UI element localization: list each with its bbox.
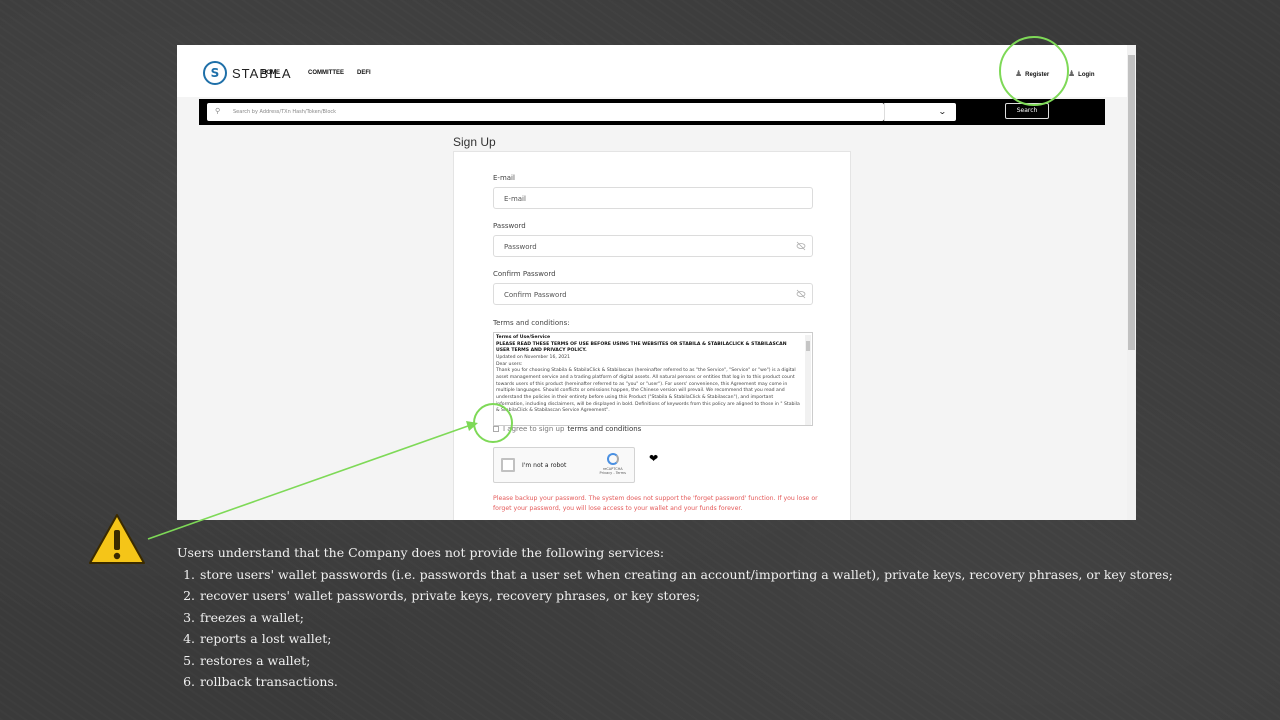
confirm-password-label: Confirm Password [493, 270, 556, 278]
stabila-logo-icon[interactable]: S [203, 61, 227, 85]
agree-row: I agree to sign up terms and conditions [493, 425, 641, 433]
email-placeholder: E-mail [504, 195, 526, 203]
email-label: E-mail [493, 174, 515, 182]
eye-off-icon[interactable] [796, 241, 806, 251]
notes-panel: Users understand that the Company does n… [177, 542, 1267, 693]
captcha-label: I'm not a robot [522, 462, 567, 469]
website-screenshot: S STABILA HOME COMMITTEE DEFI ♟ Register … [177, 45, 1136, 520]
note-item: reports a lost wallet; [199, 628, 1267, 650]
captcha-checkbox[interactable] [501, 458, 515, 472]
search-bar: ⚲ Search by Address/TXn Hash/Token/Block… [199, 99, 1105, 125]
chevron-down-icon: ⌄ [938, 107, 948, 116]
confirm-password-placeholder: Confirm Password [504, 291, 567, 299]
terms-link[interactable]: terms and conditions [567, 425, 641, 433]
recaptcha-links[interactable]: Privacy - Terms [600, 471, 626, 475]
note-item: restores a wallet; [199, 650, 1267, 672]
login-user-icon: ♟ [1068, 69, 1076, 78]
heart-icon: ❤ [649, 452, 659, 465]
login-link[interactable]: ♟ Login [1068, 69, 1095, 78]
password-placeholder: Password [504, 243, 537, 251]
confirm-password-field[interactable]: Confirm Password [493, 283, 813, 305]
notes-intro: Users understand that the Company does n… [177, 545, 665, 560]
recaptcha-logo: reCAPTCHA Privacy - Terms [600, 453, 626, 475]
chain-select[interactable]: ⌄ [884, 103, 956, 121]
terms-textarea[interactable]: Terms of Use/Service PLEASE READ THESE T… [493, 332, 813, 426]
page-title: Sign Up [453, 135, 496, 149]
checkbox-highlight-circle [473, 403, 513, 443]
note-item: store users' wallet passwords (i.e. pass… [199, 564, 1267, 586]
terms-updated: Updated on November 16, 2021 [496, 354, 571, 360]
nav-defi[interactable]: DEFI [357, 70, 371, 76]
page-scroll-thumb[interactable] [1128, 55, 1135, 350]
notes-list: store users' wallet passwords (i.e. pass… [177, 564, 1267, 693]
note-item: rollback transactions. [199, 671, 1267, 693]
password-field[interactable]: Password [493, 235, 813, 257]
terms-title: PLEASE READ THESE TERMS OF USE BEFORE US… [496, 341, 787, 354]
eye-off-icon[interactable] [796, 289, 806, 299]
search-icon: ⚲ [215, 107, 221, 115]
email-field[interactable]: E-mail [493, 187, 813, 209]
search-placeholder: Search by Address/TXn Hash/Token/Block [233, 109, 337, 115]
search-input[interactable]: ⚲ Search by Address/TXn Hash/Token/Block [207, 103, 884, 121]
terms-body: Thank you for choosing Stabila & Stabila… [496, 368, 800, 414]
register-highlight-circle [999, 36, 1069, 106]
recaptcha-widget: I'm not a robot reCAPTCHA Privacy - Term… [493, 447, 635, 483]
login-label: Login [1078, 72, 1095, 78]
password-label: Password [493, 222, 526, 230]
password-warning: Please backup your password. The system … [493, 495, 818, 512]
navbar: S STABILA HOME COMMITTEE DEFI ♟ Register … [177, 45, 1127, 97]
nav-home[interactable]: HOME [262, 70, 280, 76]
warning-triangle-icon [89, 514, 145, 564]
terms-scroll-thumb[interactable] [806, 341, 810, 351]
terms-label: Terms and conditions: [493, 319, 570, 327]
note-item: freezes a wallet; [199, 607, 1267, 629]
recaptcha-icon [606, 453, 619, 465]
page-scrollbar[interactable] [1127, 45, 1136, 520]
terms-heading: Terms of Use/Service [496, 335, 551, 340]
note-item: recover users' wallet passwords, private… [199, 585, 1267, 607]
nav-committee[interactable]: COMMITTEE [308, 70, 344, 76]
